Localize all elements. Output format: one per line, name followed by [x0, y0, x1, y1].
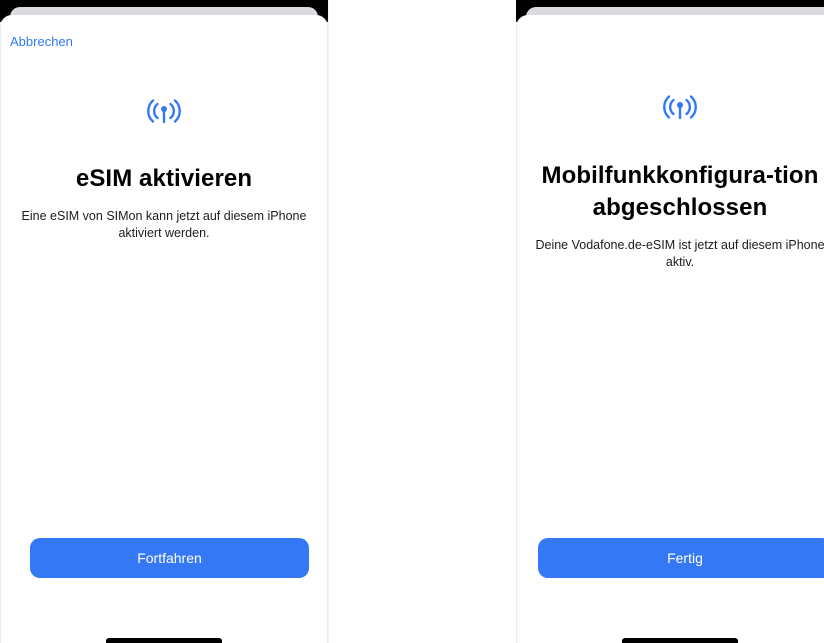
page-title: Mobilfunkkonfigura-tion abgeschlossen [541, 162, 819, 221]
home-indicator [622, 638, 738, 643]
modal-sheet: Abbrechen eSIM aktivieren Eine eSIM von … [0, 15, 328, 643]
continue-button[interactable]: Fortfahren [30, 538, 309, 578]
antenna-radiowaves-icon [147, 99, 181, 124]
antenna-radiowaves-icon [663, 95, 697, 120]
configuration-complete-screen: Mobilfunkkonfigura-tion abgeschlossen De… [516, 0, 824, 643]
description-text: Eine eSIM von SIMon kann jetzt auf diese… [21, 209, 307, 240]
modal-sheet: Mobilfunkkonfigura-tion abgeschlossen De… [516, 15, 824, 643]
divider [328, 0, 329, 643]
description-text: Deine Vodafone.de-eSIM ist jetzt auf die… [535, 238, 824, 269]
cancel-button[interactable]: Abbrechen [10, 34, 73, 49]
esim-activation-screen: Abbrechen eSIM aktivieren Eine eSIM von … [0, 0, 328, 643]
home-indicator [106, 638, 222, 643]
done-button[interactable]: Fertig [538, 538, 824, 578]
page-title: eSIM aktivieren [75, 165, 253, 192]
